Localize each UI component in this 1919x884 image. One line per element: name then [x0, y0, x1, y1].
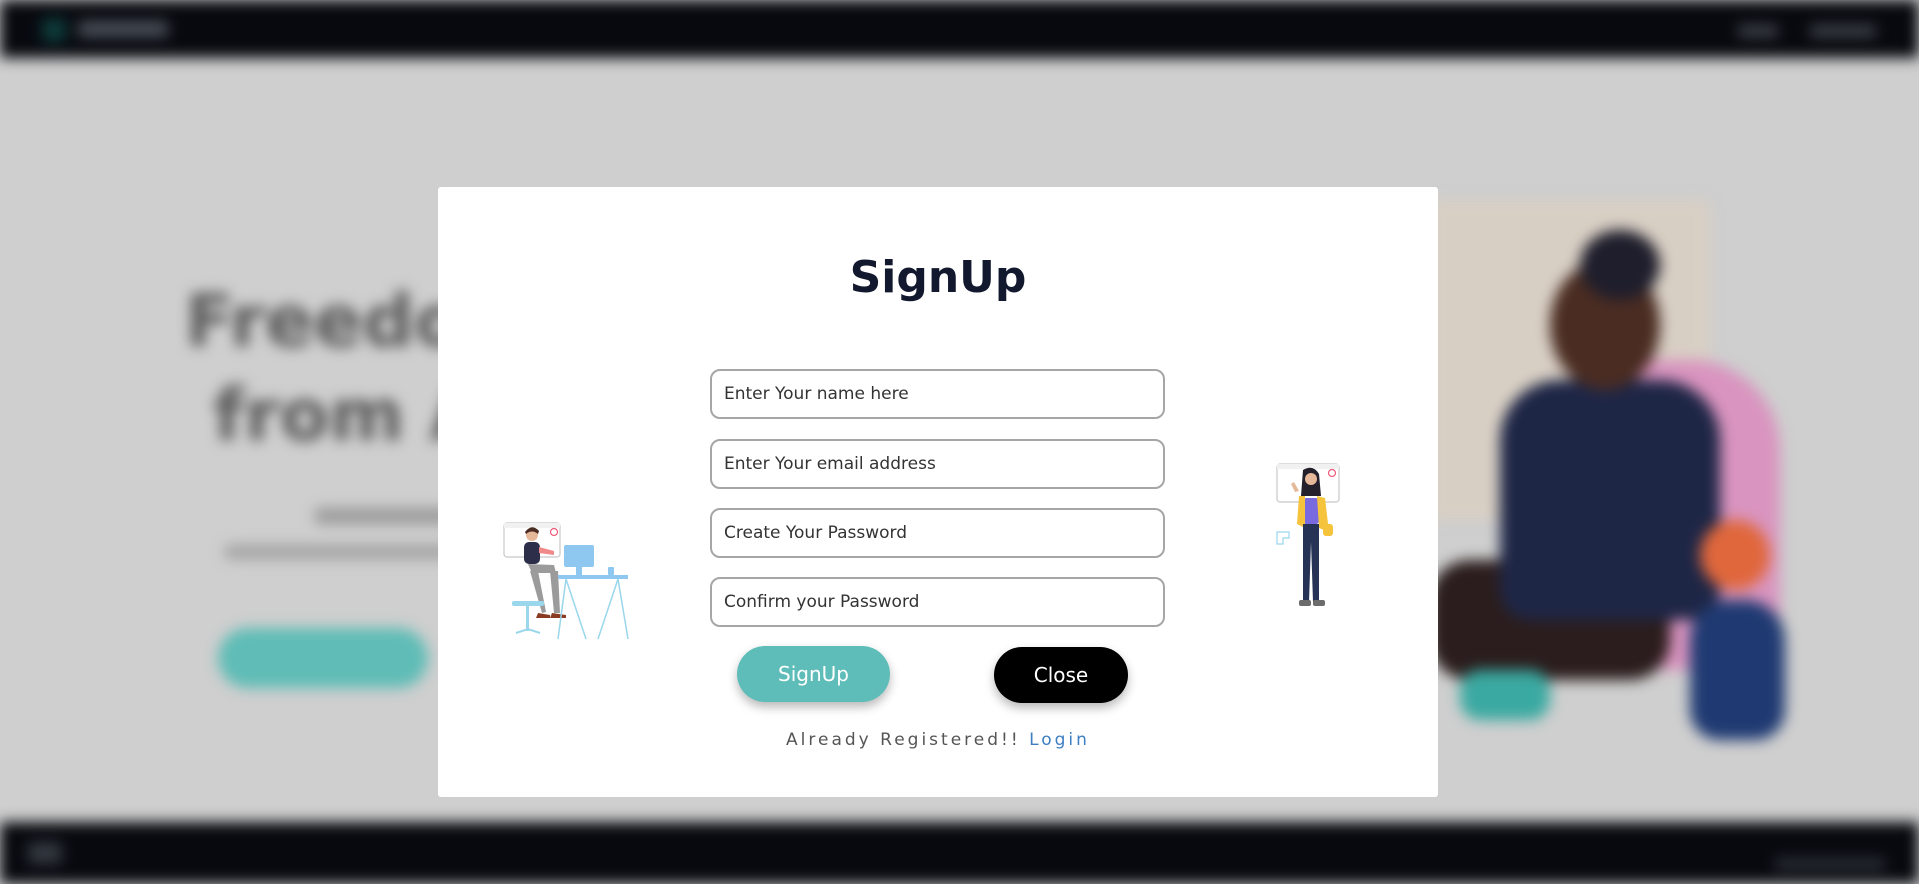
email-input[interactable]	[710, 439, 1165, 489]
standing-woman-illustration	[1276, 463, 1340, 606]
nav-signup-link	[1810, 25, 1876, 37]
modal-title: SignUp	[849, 252, 1027, 303]
person-at-desk-illustration	[503, 522, 629, 640]
password-input[interactable]	[710, 508, 1165, 558]
login-prompt: Already Registered!! Login	[438, 730, 1438, 750]
nav-login-link	[1738, 25, 1778, 37]
logo-wordmark	[78, 21, 168, 37]
footer-logo-icon	[28, 842, 62, 864]
name-input[interactable]	[710, 369, 1165, 419]
footer-text	[1775, 858, 1885, 870]
hero-cta-button	[218, 628, 428, 688]
signup-button[interactable]: SignUp	[737, 646, 890, 702]
hero-illustration	[1430, 200, 1790, 760]
close-button[interactable]: Close	[994, 647, 1128, 703]
logo-icon	[42, 18, 66, 42]
signup-modal: SignUp Enter Your name here Enter Your e…	[438, 187, 1438, 797]
already-registered-text: Already Registered!!	[786, 730, 1021, 750]
login-link[interactable]: Login	[1029, 730, 1090, 750]
footer-bar	[0, 822, 1919, 884]
confirm-password-input[interactable]	[710, 577, 1165, 627]
top-navbar	[0, 0, 1919, 58]
